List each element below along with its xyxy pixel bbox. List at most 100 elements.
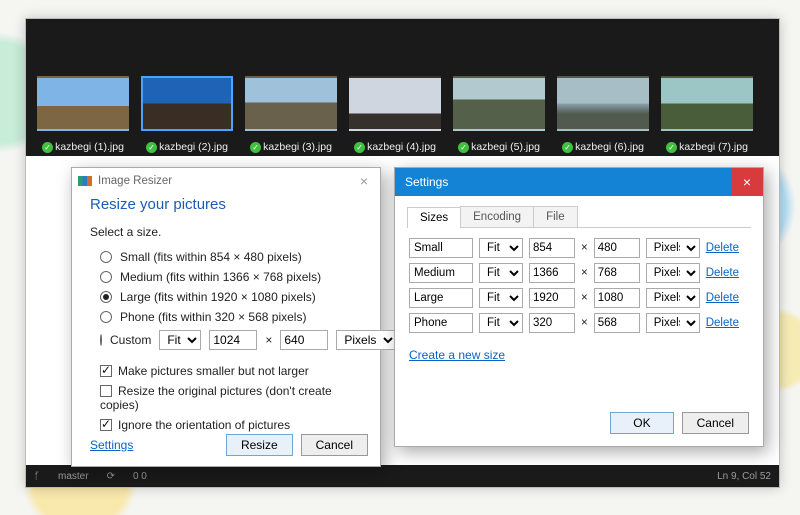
size-mode-select[interactable]: Fit bbox=[479, 288, 523, 308]
size-name-input[interactable] bbox=[409, 263, 473, 283]
checkbox-icon[interactable] bbox=[100, 365, 112, 377]
settings-titlebar[interactable]: Settings × bbox=[395, 168, 763, 196]
delete-link[interactable]: Delete bbox=[706, 242, 739, 254]
size-radio-custom[interactable]: Custom Fit × Pixels bbox=[90, 327, 362, 353]
tab-sizes[interactable]: Sizes bbox=[407, 207, 461, 228]
close-icon[interactable]: × bbox=[731, 168, 763, 196]
size-radio-medium[interactable]: Medium (fits within 1366 × 768 pixels) bbox=[90, 267, 362, 287]
thumbnail[interactable]: ✓kazbegi (2).jpg bbox=[137, 76, 237, 153]
thumbnail[interactable]: ✓kazbegi (4).jpg bbox=[345, 76, 445, 153]
option-row[interactable]: Ignore the orientation of pictures bbox=[90, 415, 362, 435]
size-name-input[interactable] bbox=[409, 238, 473, 258]
radio-icon[interactable] bbox=[100, 271, 112, 283]
close-icon[interactable]: × bbox=[354, 173, 374, 189]
delete-link[interactable]: Delete bbox=[706, 267, 739, 279]
checkbox-icon[interactable] bbox=[100, 385, 112, 397]
size-row: Fit × Pixels Delete bbox=[409, 263, 749, 283]
delete-link[interactable]: Delete bbox=[706, 292, 739, 304]
branch-name: master bbox=[58, 471, 89, 482]
size-width-input[interactable] bbox=[529, 263, 575, 283]
size-unit-select[interactable]: Pixels bbox=[646, 313, 700, 333]
branch-icon: ᚶ bbox=[34, 471, 40, 482]
times-label: × bbox=[581, 267, 588, 279]
check-icon: ✓ bbox=[42, 142, 53, 153]
thumbnail-image bbox=[37, 76, 129, 131]
size-label: Large (fits within 1920 × 1080 pixels) bbox=[120, 290, 316, 304]
thumbnail[interactable]: ✓kazbegi (6).jpg bbox=[553, 76, 653, 153]
settings-tabs: SizesEncodingFile bbox=[407, 206, 751, 228]
thumbnail-filename: kazbegi (6).jpg bbox=[575, 141, 644, 153]
size-label: Phone (fits within 320 × 568 pixels) bbox=[120, 310, 306, 324]
resize-titlebar[interactable]: Image Resizer × bbox=[72, 168, 380, 194]
custom-height-input[interactable] bbox=[280, 330, 328, 350]
thumbnail-image bbox=[557, 76, 649, 131]
size-unit-select[interactable]: Pixels bbox=[646, 288, 700, 308]
check-icon: ✓ bbox=[562, 142, 573, 153]
thumbnail[interactable]: ✓kazbegi (5).jpg bbox=[449, 76, 549, 153]
thumbnail-image bbox=[453, 76, 545, 131]
thumbnail-image bbox=[349, 76, 441, 131]
radio-icon[interactable] bbox=[100, 334, 102, 346]
size-radio-small[interactable]: Small (fits within 854 × 480 pixels) bbox=[90, 247, 362, 267]
thumbnail-filename: kazbegi (5).jpg bbox=[471, 141, 540, 153]
size-mode-select[interactable]: Fit bbox=[479, 313, 523, 333]
checkbox-icon[interactable] bbox=[100, 419, 112, 431]
size-unit-select[interactable]: Pixels bbox=[646, 263, 700, 283]
custom-width-input[interactable] bbox=[209, 330, 257, 350]
cancel-button[interactable]: Cancel bbox=[682, 412, 749, 434]
size-width-input[interactable] bbox=[529, 288, 575, 308]
custom-mode-select[interactable]: Fit bbox=[159, 330, 201, 350]
delete-link[interactable]: Delete bbox=[706, 317, 739, 329]
thumbnail[interactable]: ✓kazbegi (7).jpg bbox=[657, 76, 757, 153]
thumbnail[interactable]: ✓kazbegi (1).jpg bbox=[33, 76, 133, 153]
option-label: Resize the original pictures (don't crea… bbox=[100, 384, 332, 412]
thumbnail-filename: kazbegi (3).jpg bbox=[263, 141, 332, 153]
size-name-input[interactable] bbox=[409, 288, 473, 308]
size-unit-select[interactable]: Pixels bbox=[646, 238, 700, 258]
radio-icon[interactable] bbox=[100, 291, 112, 303]
option-row[interactable]: Resize the original pictures (don't crea… bbox=[90, 381, 362, 415]
size-row: Fit × Pixels Delete bbox=[409, 313, 749, 333]
ok-button[interactable]: OK bbox=[610, 412, 673, 434]
size-label: Small (fits within 854 × 480 pixels) bbox=[120, 250, 302, 264]
size-name-input[interactable] bbox=[409, 313, 473, 333]
thumbnail-image bbox=[141, 76, 233, 131]
thumbnail-filename: kazbegi (7).jpg bbox=[679, 141, 748, 153]
size-width-input[interactable] bbox=[529, 313, 575, 333]
settings-title: Settings bbox=[405, 175, 448, 189]
settings-link[interactable]: Settings bbox=[90, 438, 133, 452]
size-mode-select[interactable]: Fit bbox=[479, 238, 523, 258]
create-new-size-link[interactable]: Create a new size bbox=[409, 348, 763, 362]
size-row: Fit × Pixels Delete bbox=[409, 238, 749, 258]
size-mode-select[interactable]: Fit bbox=[479, 263, 523, 283]
tab-encoding[interactable]: Encoding bbox=[460, 206, 534, 227]
select-size-label: Select a size. bbox=[90, 225, 362, 239]
resize-button[interactable]: Resize bbox=[226, 434, 293, 456]
cancel-button[interactable]: Cancel bbox=[301, 434, 368, 456]
tab-file[interactable]: File bbox=[533, 206, 578, 227]
custom-unit-select[interactable]: Pixels bbox=[336, 330, 397, 350]
radio-icon[interactable] bbox=[100, 311, 112, 323]
check-icon: ✓ bbox=[146, 142, 157, 153]
times-label: × bbox=[581, 317, 588, 329]
size-height-input[interactable] bbox=[594, 288, 640, 308]
radio-icon[interactable] bbox=[100, 251, 112, 263]
size-radio-large[interactable]: Large (fits within 1920 × 1080 pixels) bbox=[90, 287, 362, 307]
app-icon bbox=[78, 176, 92, 186]
thumbnail-filename: kazbegi (2).jpg bbox=[159, 141, 228, 153]
size-row: Fit×PixelsDelete bbox=[409, 288, 749, 308]
check-icon: ✓ bbox=[666, 142, 677, 153]
thumbnail[interactable]: ✓kazbegi (3).jpg bbox=[241, 76, 341, 153]
check-icon: ✓ bbox=[354, 142, 365, 153]
option-label: Ignore the orientation of pictures bbox=[118, 418, 290, 432]
size-height-input[interactable] bbox=[594, 313, 640, 333]
size-height-input[interactable] bbox=[594, 263, 640, 283]
size-width-input[interactable] bbox=[529, 238, 575, 258]
size-radio-phone[interactable]: Phone (fits within 320 × 568 pixels) bbox=[90, 307, 362, 327]
check-icon: ✓ bbox=[458, 142, 469, 153]
thumbnail-strip: ✓kazbegi (1).jpg✓kazbegi (2).jpg✓kazbegi… bbox=[26, 19, 779, 156]
thumbnail-filename: kazbegi (4).jpg bbox=[367, 141, 436, 153]
times-label: × bbox=[581, 242, 588, 254]
size-height-input[interactable] bbox=[594, 238, 640, 258]
option-row[interactable]: Make pictures smaller but not larger bbox=[90, 361, 362, 381]
